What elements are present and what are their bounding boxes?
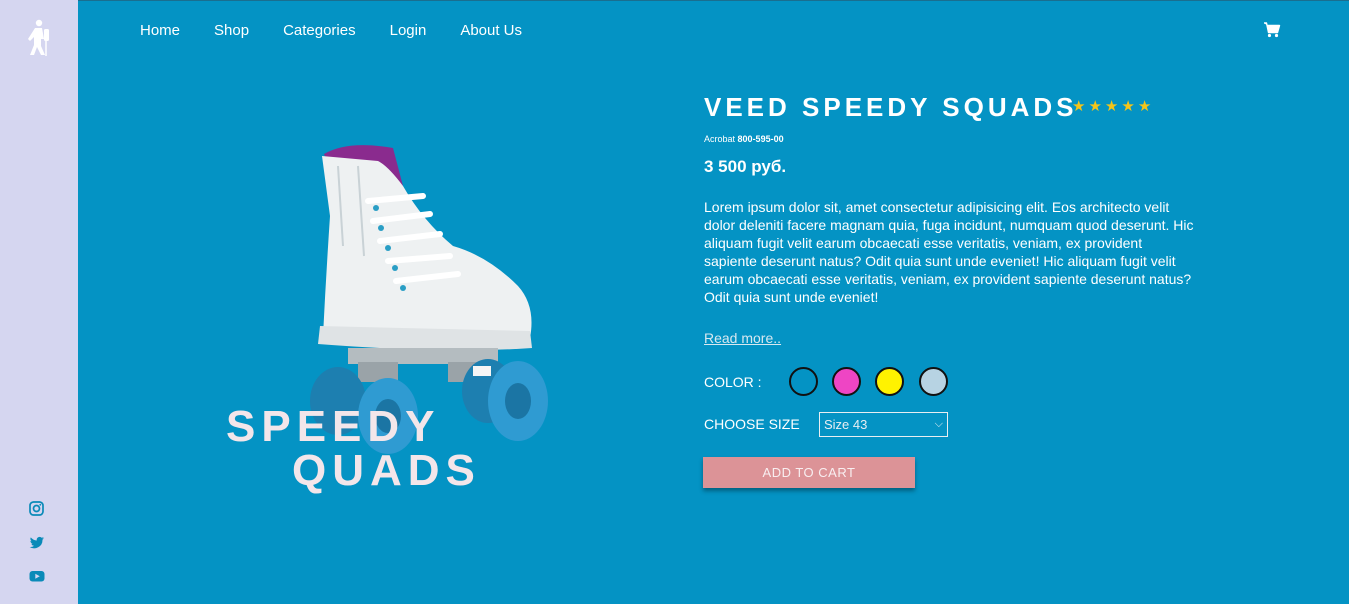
rating-stars: ★ ★ ★ ★ ★ — [1072, 99, 1151, 115]
hero-headline: SPEEDY QUADS — [226, 405, 481, 493]
product-price: 3 500 руб. — [704, 157, 787, 176]
color-swatch-blue[interactable] — [789, 367, 818, 396]
star-icon: ★ — [1088, 98, 1102, 115]
size-select[interactable]: Size 43 ⌵ — [819, 412, 948, 437]
hero-line-2: QUADS — [292, 446, 481, 495]
product-description: Lorem ipsum dolor sit, amet consectetur … — [704, 199, 1194, 305]
top-nav: Home Shop Categories Login About Us — [140, 21, 556, 41]
twitter-icon[interactable] — [28, 534, 46, 552]
youtube-icon[interactable] — [28, 567, 46, 585]
color-swatch-pink[interactable] — [832, 367, 861, 396]
sidebar — [0, 0, 78, 604]
color-swatch-yellow[interactable] — [875, 367, 904, 396]
product-sku: Acrobat 800-595-00 — [704, 133, 784, 145]
chevron-down-icon: ⌵ — [934, 418, 943, 430]
nav-home-link[interactable]: Home — [140, 21, 180, 41]
read-more-link[interactable]: Read more.. — [704, 329, 781, 347]
nav-login-link[interactable]: Login — [390, 21, 427, 41]
main-content: Home Shop Categories Login About Us SPEE… — [78, 0, 1349, 604]
sku-prefix: Acrobat — [704, 134, 736, 144]
nav-about-link[interactable]: About Us — [460, 21, 522, 41]
sku-number: 800-595-00 — [737, 134, 784, 144]
star-icon: ★ — [1121, 98, 1135, 115]
product-title: VEED SPEEDY SQUADS — [704, 92, 1078, 122]
hero-line-1: SPEEDY — [226, 402, 441, 451]
shopping-cart-icon[interactable] — [1263, 21, 1281, 39]
color-label: COLOR : — [704, 374, 762, 390]
color-swatch-light-blue[interactable] — [919, 367, 948, 396]
instagram-icon[interactable] — [28, 500, 46, 518]
star-icon: ★ — [1137, 98, 1152, 115]
star-icon: ★ — [1104, 98, 1119, 115]
hiker-logo-icon[interactable] — [24, 19, 52, 57]
star-icon: ★ — [1072, 98, 1086, 115]
add-to-cart-button[interactable]: ADD TO CART — [703, 457, 915, 488]
size-label: CHOOSE SIZE — [704, 416, 800, 432]
size-selected-value: Size 43 — [824, 417, 868, 432]
nav-categories-link[interactable]: Categories — [283, 21, 356, 41]
nav-shop-link[interactable]: Shop — [214, 21, 249, 41]
